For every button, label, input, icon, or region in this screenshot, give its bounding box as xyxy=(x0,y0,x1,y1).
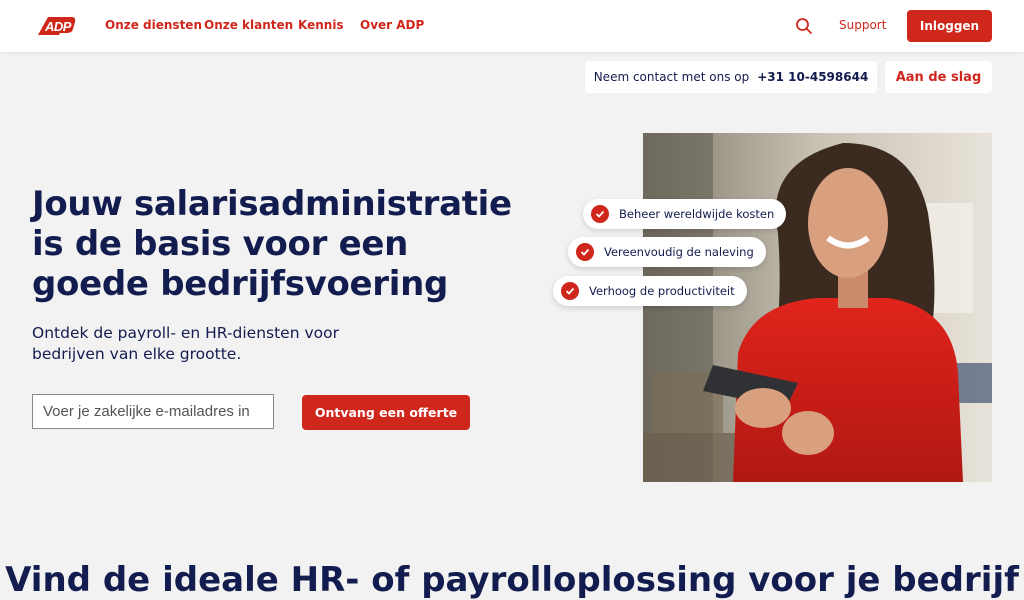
chip-label: Beheer wereldwijde kosten xyxy=(619,207,775,221)
hero-title: Jouw salarisadministratie is de basis vo… xyxy=(32,184,512,304)
phone-link[interactable]: +31 10-4598644 xyxy=(757,70,868,84)
section-title: Vind de ideale HR- of payrolloplossing v… xyxy=(5,560,1019,600)
nav-kennis[interactable]: Kennis xyxy=(298,18,344,32)
svg-text:ADP: ADP xyxy=(44,19,72,34)
contact-box: Neem contact met ons op +31 10-4598644 xyxy=(585,61,877,93)
chip-label: Verhoog de productiviteit xyxy=(589,284,735,298)
chip-label: Vereenvoudig de naleving xyxy=(604,245,754,259)
adp-logo[interactable]: ADP xyxy=(32,15,76,37)
hero-photo xyxy=(643,133,992,482)
nav-over-adp[interactable]: Over ADP xyxy=(360,18,424,32)
quote-button[interactable]: Ontvang een offerte xyxy=(302,395,470,430)
check-icon xyxy=(591,205,609,223)
get-started-button[interactable]: Aan de slag xyxy=(885,61,992,93)
check-icon xyxy=(561,282,579,300)
support-link[interactable]: Support xyxy=(839,18,886,32)
nav-onze-diensten[interactable]: Onze diensten xyxy=(105,18,202,32)
chip-productivity: Verhoog de productiviteit xyxy=(553,276,747,306)
hero-subtitle: Ontdek de payroll- en HR-diensten voor b… xyxy=(32,324,339,363)
woman-with-tablet-image xyxy=(643,133,992,482)
login-button[interactable]: Inloggen xyxy=(907,10,992,42)
nav-onze-klanten[interactable]: Onze klanten xyxy=(204,18,293,32)
email-input[interactable] xyxy=(32,394,274,429)
check-icon xyxy=(576,243,594,261)
top-nav: ADP Onze diensten Onze klanten Kennis Ov… xyxy=(0,0,1024,52)
contact-label: Neem contact met ons op xyxy=(593,70,750,84)
chip-global-costs: Beheer wereldwijde kosten xyxy=(583,199,787,229)
search-icon[interactable] xyxy=(795,17,813,35)
chip-compliance: Vereenvoudig de naleving xyxy=(568,237,766,267)
